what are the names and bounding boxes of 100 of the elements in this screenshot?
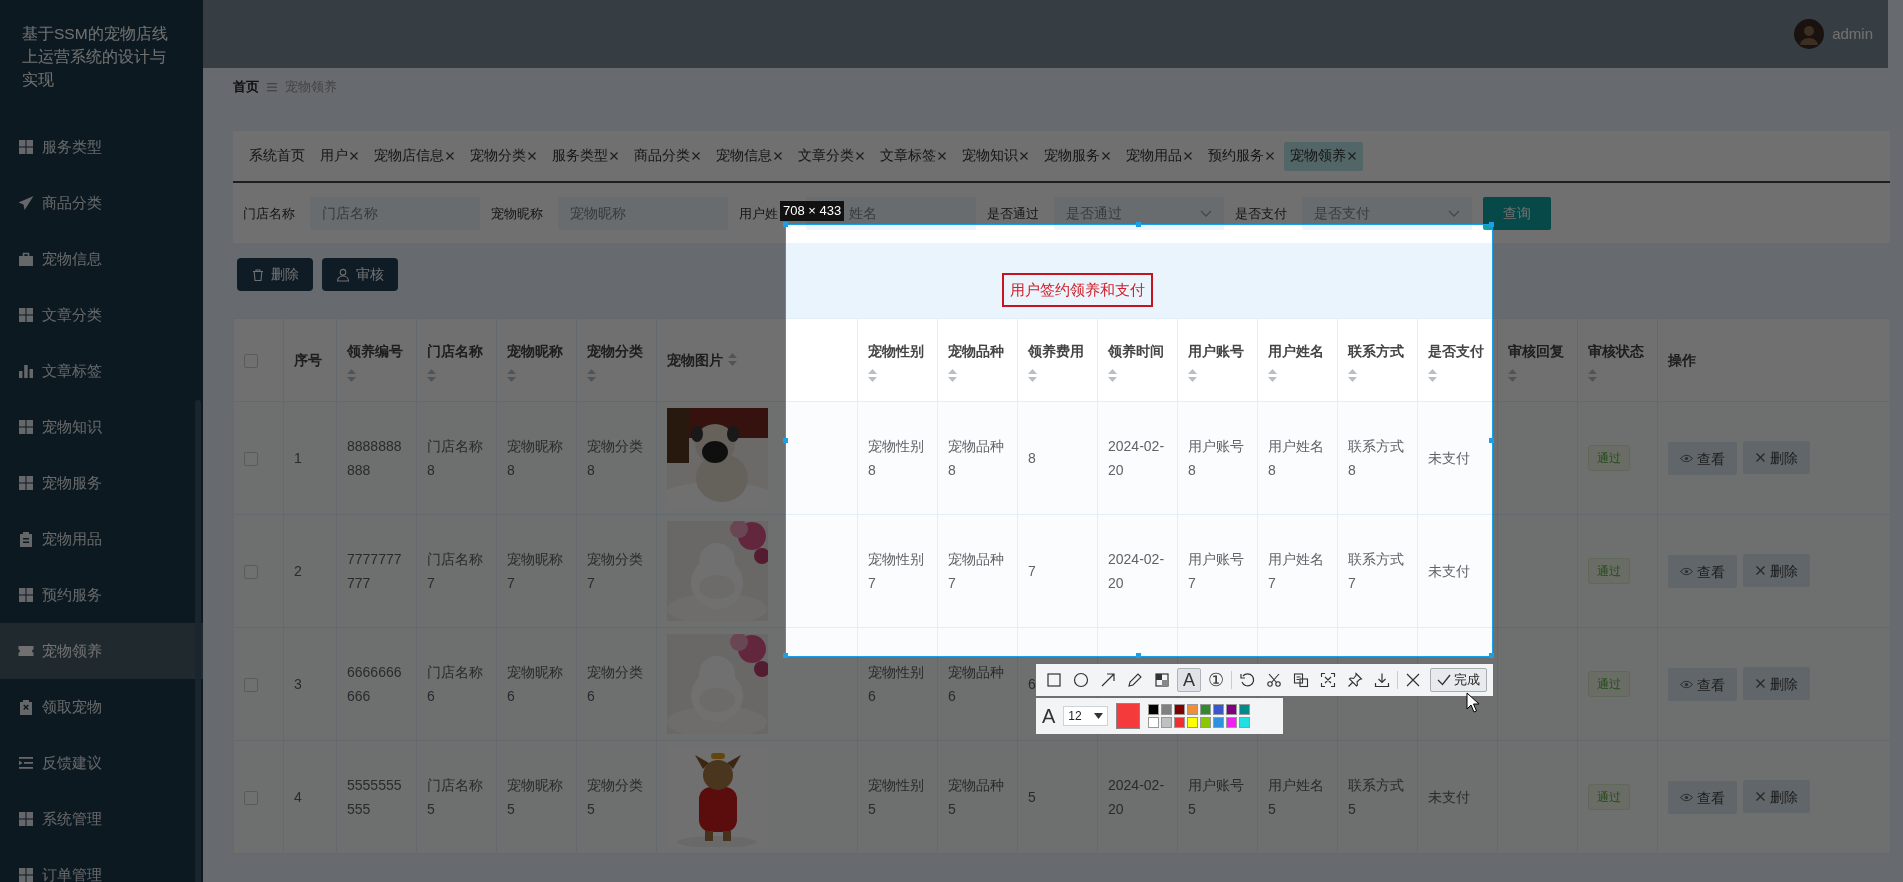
sort-icon[interactable] — [1188, 368, 1197, 382]
color-swatch[interactable] — [1161, 704, 1173, 715]
done-button[interactable]: 完成 — [1430, 668, 1487, 692]
scan-icon[interactable] — [1320, 672, 1336, 688]
sort-icon[interactable] — [427, 368, 436, 382]
view-button[interactable]: 查看 — [1668, 781, 1737, 814]
close-icon[interactable] — [1405, 672, 1421, 688]
document-icon[interactable] — [1293, 672, 1309, 688]
delete-button[interactable]: 删除 — [1743, 780, 1810, 813]
resize-handle[interactable] — [783, 653, 788, 658]
circle-icon[interactable] — [1073, 672, 1089, 688]
color-swatch[interactable] — [1213, 717, 1225, 728]
font-size-select[interactable]: 12 — [1063, 706, 1109, 726]
search-button[interactable]: 查询 — [1483, 196, 1551, 230]
chevron-icon[interactable] — [1448, 209, 1460, 218]
sidebar-item[interactable]: 商品分类 — [0, 175, 203, 231]
color-swatch[interactable] — [1174, 717, 1186, 728]
sort-icon[interactable] — [1428, 368, 1437, 382]
resize-handle[interactable] — [1489, 222, 1494, 227]
close-icon — [1755, 452, 1766, 463]
sort-icon[interactable] — [1348, 368, 1357, 382]
tab[interactable]: 宠物领养 — [1284, 141, 1363, 171]
sort-icon[interactable] — [1028, 368, 1037, 382]
action-button[interactable]: 审核 — [322, 258, 398, 291]
sort-icon[interactable] — [347, 368, 356, 382]
checkbox[interactable] — [244, 354, 258, 369]
color-swatch[interactable] — [1200, 717, 1212, 728]
color-swatch[interactable] — [1239, 704, 1251, 715]
sort-icon[interactable] — [1108, 368, 1117, 382]
color-swatch[interactable] — [1187, 717, 1199, 728]
text-annotation[interactable]: 用户签约领养和支付 — [1002, 273, 1153, 307]
chevron-icon[interactable] — [1200, 209, 1212, 218]
rectangle-icon[interactable] — [1046, 672, 1062, 688]
checkbox[interactable] — [244, 452, 258, 467]
view-button[interactable]: 查看 — [1668, 668, 1737, 701]
text-tool[interactable]: A — [1177, 668, 1201, 692]
tab[interactable]: 预约服务 — [1202, 141, 1281, 171]
color-swatch[interactable] — [1187, 704, 1199, 715]
number-tool[interactable]: ① — [1204, 668, 1228, 692]
tab[interactable]: 商品分类 — [628, 141, 707, 171]
undo-icon[interactable] — [1239, 672, 1255, 688]
resize-handle[interactable] — [1489, 437, 1494, 443]
delete-button[interactable]: 删除 — [1743, 441, 1810, 474]
pin-icon[interactable] — [1347, 672, 1363, 688]
sidebar-item[interactable]: 宠物信息 — [0, 231, 203, 287]
current-color[interactable] — [1116, 703, 1141, 729]
sidebar-item[interactable]: 服务类型 — [0, 119, 203, 175]
view-button[interactable]: 查看 — [1668, 442, 1737, 475]
download-icon[interactable] — [1374, 672, 1390, 688]
color-swatch[interactable] — [1148, 704, 1160, 715]
action-button[interactable]: 删除 — [237, 258, 313, 291]
checkbox[interactable] — [244, 791, 258, 806]
color-swatch[interactable] — [1161, 717, 1173, 728]
resize-handle[interactable] — [1136, 653, 1141, 658]
tab[interactable]: 用户 — [314, 141, 365, 171]
color-swatch[interactable] — [1200, 704, 1212, 715]
tab[interactable]: 宠物信息 — [710, 141, 789, 171]
sort-icon[interactable] — [728, 353, 737, 366]
tab[interactable]: 服务类型 — [546, 141, 625, 171]
sidebar-item[interactable]: 文章分类 — [0, 287, 203, 343]
tab[interactable]: 文章分类 — [792, 141, 871, 171]
resize-handle[interactable] — [783, 222, 788, 227]
sort-icon[interactable] — [1268, 368, 1277, 382]
resize-handle[interactable] — [1489, 653, 1494, 658]
tab[interactable]: 文章标签 — [874, 141, 953, 171]
scissors-icon[interactable] — [1266, 672, 1282, 688]
color-swatch[interactable] — [1148, 717, 1160, 728]
sidebar-item[interactable]: 文章标签 — [0, 343, 203, 399]
sort-icon[interactable] — [1588, 368, 1597, 382]
column-header[interactable]: 宠物图片 — [667, 352, 723, 368]
tab[interactable]: 系统首页 — [243, 141, 311, 171]
color-swatch[interactable] — [1174, 704, 1186, 715]
pencil-icon[interactable] — [1127, 672, 1143, 688]
color-swatch[interactable] — [1239, 717, 1251, 728]
checkbox[interactable] — [244, 678, 258, 693]
tab[interactable]: 宠物知识 — [956, 141, 1035, 171]
tab[interactable]: 宠物分类 — [464, 141, 543, 171]
color-swatch[interactable] — [1213, 704, 1225, 715]
tab[interactable]: 宠物服务 — [1038, 141, 1117, 171]
sort-icon[interactable] — [948, 368, 957, 382]
arrow-icon[interactable] — [1100, 672, 1116, 688]
resize-handle[interactable] — [783, 437, 788, 443]
resize-handle[interactable] — [1136, 222, 1141, 227]
color-swatch[interactable] — [1226, 704, 1238, 715]
view-button[interactable]: 查看 — [1668, 555, 1737, 588]
delete-button[interactable]: 删除 — [1743, 667, 1810, 700]
sort-icon[interactable] — [507, 368, 516, 382]
color-swatch[interactable] — [1226, 717, 1238, 728]
mosaic-icon[interactable] — [1154, 672, 1170, 688]
delete-button[interactable]: 删除 — [1743, 554, 1810, 587]
breadcrumb-link[interactable]: 首页 — [233, 77, 259, 97]
sort-icon[interactable] — [1508, 368, 1517, 382]
sort-icon[interactable] — [868, 368, 877, 382]
tab[interactable]: 宠物用品 — [1120, 141, 1199, 171]
table-cell: 用户账号8 — [1188, 438, 1244, 478]
selection-frame[interactable] — [785, 224, 1493, 657]
checkbox[interactable] — [244, 565, 258, 580]
tab[interactable]: 宠物店信息 — [368, 141, 461, 171]
sort-icon[interactable] — [587, 368, 596, 382]
sidebar-item[interactable]: 宠物领养 — [0, 623, 203, 679]
